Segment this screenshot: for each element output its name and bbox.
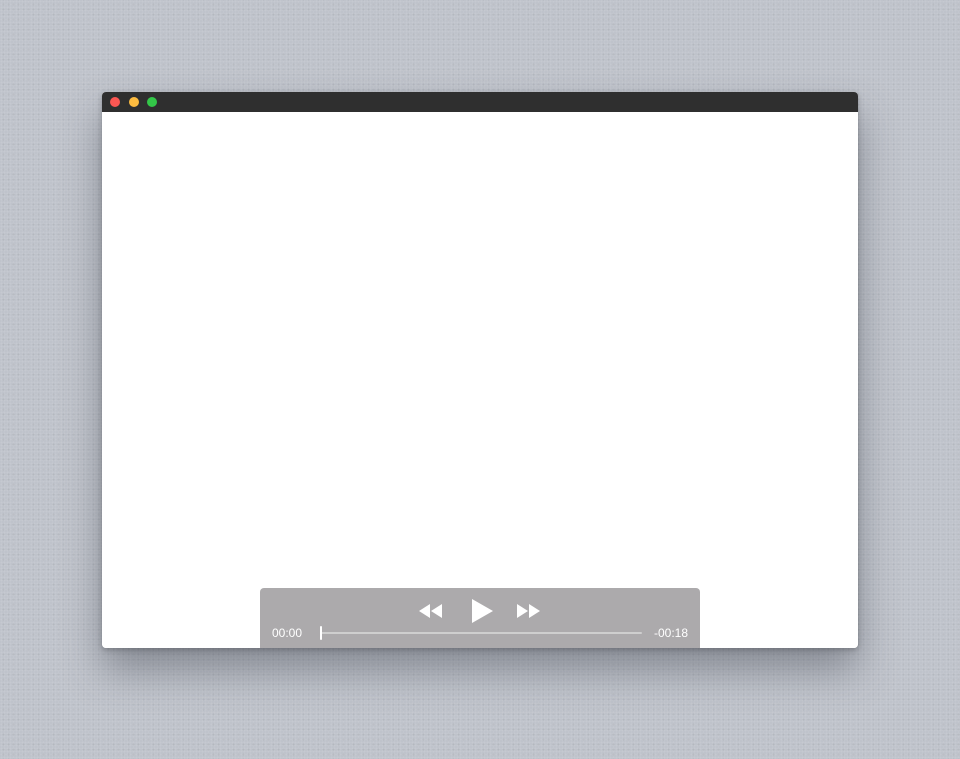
play-icon (472, 599, 493, 623)
play-button[interactable] (470, 598, 494, 624)
close-dot-icon[interactable] (110, 97, 120, 107)
zoom-dot-icon[interactable] (147, 97, 157, 107)
remaining-time: -00:18 (653, 626, 688, 640)
video-area[interactable]: 00:00 -00:18 (102, 112, 858, 648)
playback-controls: 00:00 -00:18 (260, 588, 700, 648)
fast-forward-icon (517, 604, 540, 618)
progress-scrubber[interactable] (320, 625, 642, 641)
minimize-dot-icon[interactable] (129, 97, 139, 107)
rewind-button[interactable] (418, 603, 444, 619)
player-window: 00:00 -00:18 (102, 92, 858, 648)
title-bar[interactable] (102, 92, 858, 112)
progress-track[interactable] (320, 632, 642, 634)
fast-forward-button[interactable] (515, 603, 541, 619)
elapsed-time: 00:00 (272, 626, 303, 640)
playhead[interactable] (320, 626, 322, 640)
rewind-icon (419, 604, 442, 618)
